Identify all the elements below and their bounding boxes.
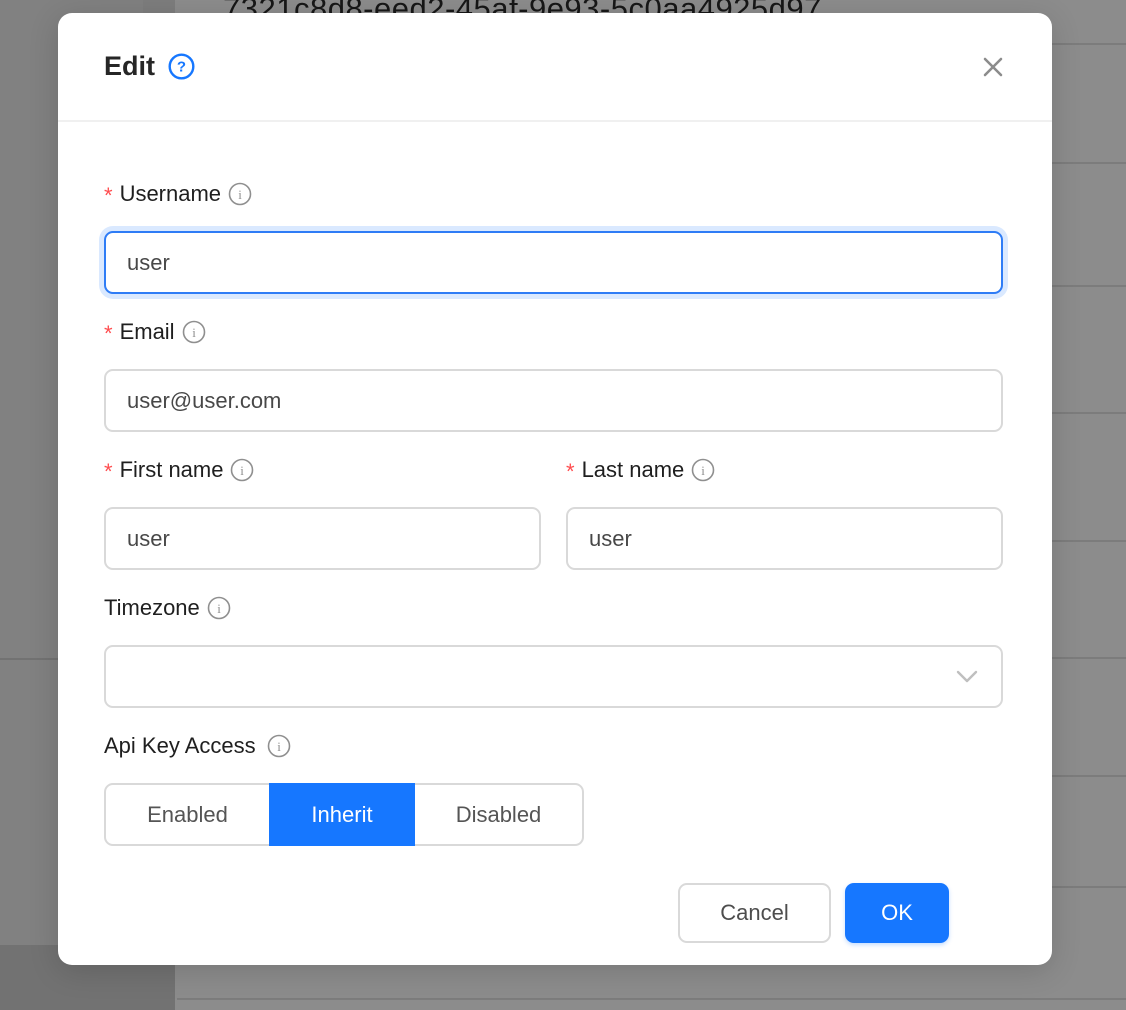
edit-dialog: Edit ? * Username i xyxy=(58,13,1052,965)
close-icon[interactable] xyxy=(974,48,1012,86)
last-name-input[interactable] xyxy=(566,507,1003,570)
username-label-text: Username xyxy=(120,181,221,207)
dialog-header: Edit ? xyxy=(58,13,1052,122)
api-key-access-label-text: Api Key Access xyxy=(104,733,256,759)
svg-text:?: ? xyxy=(177,59,186,76)
first-name-label-text: First name xyxy=(120,457,224,483)
first-name-label: * First name i xyxy=(104,456,541,484)
dialog-body: * Username i * Email i xyxy=(58,122,1052,943)
help-icon[interactable]: ? xyxy=(168,53,195,80)
name-fields-row: * First name i * Last name xyxy=(104,456,1003,594)
segment-disabled[interactable]: Disabled xyxy=(413,783,584,846)
required-asterisk: * xyxy=(104,181,113,207)
dialog-footer: Cancel OK xyxy=(104,846,1003,943)
cancel-button[interactable]: Cancel xyxy=(678,883,831,943)
info-icon[interactable]: i xyxy=(230,458,254,482)
svg-text:i: i xyxy=(277,739,281,754)
first-name-column: * First name i xyxy=(104,456,541,594)
svg-text:i: i xyxy=(217,601,221,616)
svg-text:i: i xyxy=(241,463,245,478)
email-label-text: Email xyxy=(120,319,175,345)
svg-text:i: i xyxy=(192,325,196,340)
svg-text:i: i xyxy=(238,187,242,202)
svg-text:i: i xyxy=(701,463,705,478)
last-name-column: * Last name i xyxy=(566,456,1003,594)
timezone-label-text: Timezone xyxy=(104,595,200,621)
info-icon[interactable]: i xyxy=(691,458,715,482)
first-name-input[interactable] xyxy=(104,507,541,570)
required-asterisk: * xyxy=(566,457,575,483)
required-asterisk: * xyxy=(104,457,113,483)
api-key-access-label: Api Key Access i xyxy=(104,732,1003,760)
last-name-label-text: Last name xyxy=(582,457,685,483)
email-label: * Email i xyxy=(104,318,1003,346)
timezone-label: Timezone i xyxy=(104,594,1003,622)
chevron-down-icon xyxy=(956,670,978,684)
info-icon[interactable]: i xyxy=(228,182,252,206)
info-icon[interactable]: i xyxy=(267,734,291,758)
last-name-label: * Last name i xyxy=(566,456,1003,484)
username-label: * Username i xyxy=(104,180,1003,208)
timezone-select-value xyxy=(106,664,148,689)
api-key-access-segmented-control: Enabled Inherit Disabled xyxy=(104,783,1003,846)
timezone-select[interactable] xyxy=(104,645,1003,708)
required-asterisk: * xyxy=(104,319,113,345)
info-icon[interactable]: i xyxy=(207,596,231,620)
username-input[interactable] xyxy=(104,231,1003,294)
ok-button[interactable]: OK xyxy=(845,883,949,943)
segment-enabled[interactable]: Enabled xyxy=(104,783,271,846)
info-icon[interactable]: i xyxy=(182,320,206,344)
email-input[interactable] xyxy=(104,369,1003,432)
segment-inherit[interactable]: Inherit xyxy=(269,783,415,846)
dialog-title: Edit xyxy=(104,51,155,82)
